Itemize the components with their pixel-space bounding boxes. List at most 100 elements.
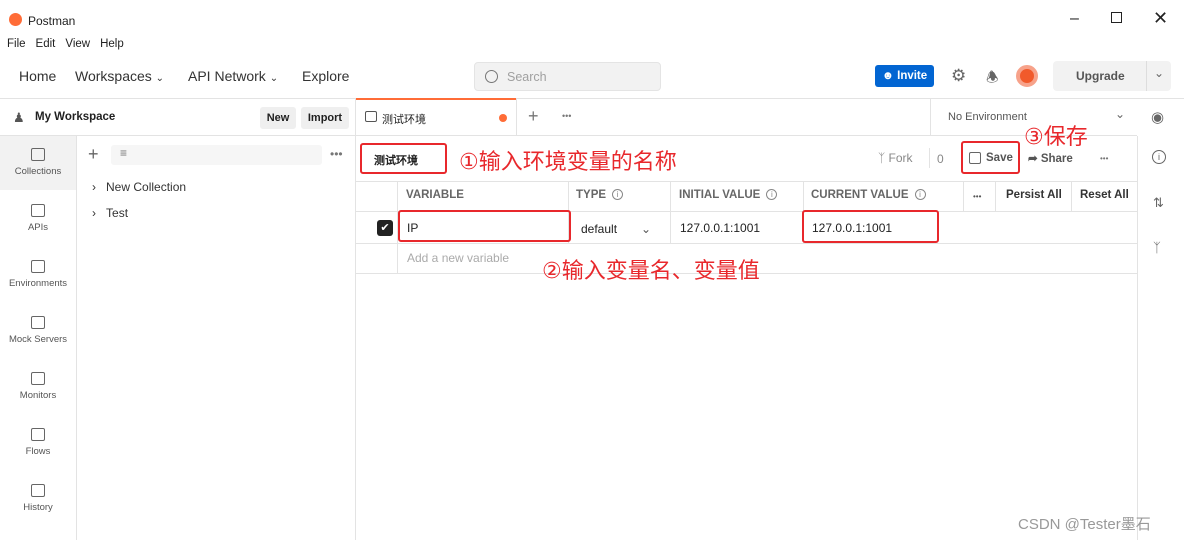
- monitors-icon: [31, 372, 45, 385]
- chevron-down-icon[interactable]: ⌄: [1154, 66, 1164, 80]
- info-icon[interactable]: i: [612, 189, 624, 200]
- new-tab-icon[interactable]: +: [528, 106, 539, 127]
- header-type: TYPE i: [576, 189, 624, 201]
- env-name-input[interactable]: 测试环境: [360, 143, 447, 174]
- header-initial: INITIAL VALUE i: [679, 189, 778, 201]
- type-value: default: [581, 222, 618, 236]
- rail-label: Environments: [8, 278, 68, 289]
- add-variable-input[interactable]: Add a new variable: [407, 251, 509, 265]
- menu-file[interactable]: File: [7, 38, 26, 50]
- reset-all-button[interactable]: Reset All: [1080, 189, 1129, 201]
- divider: [1071, 181, 1072, 211]
- bell-icon[interactable]: 🕭: [986, 67, 999, 91]
- more-icon[interactable]: •••: [973, 192, 981, 201]
- upgrade-label: Upgrade: [1076, 69, 1125, 83]
- more-icon[interactable]: •••: [330, 147, 343, 161]
- fork-icon[interactable]: ᛉ: [1153, 240, 1161, 255]
- minimize-icon[interactable]: –: [1070, 10, 1079, 28]
- menu-view[interactable]: View: [65, 38, 90, 50]
- divider: [76, 136, 77, 540]
- avatar[interactable]: [1016, 65, 1038, 87]
- rail-item-monitors[interactable]: Monitors: [0, 372, 76, 401]
- nav-workspaces[interactable]: Workspaces ⌄: [75, 68, 164, 84]
- upgrade-button[interactable]: Upgrade ⌄: [1053, 61, 1171, 91]
- divider: [1146, 61, 1147, 91]
- rail-item-environments[interactable]: Environments: [0, 260, 76, 289]
- share-icon: ➦: [1028, 153, 1041, 165]
- invite-label: Invite: [897, 70, 928, 82]
- add-collection-icon[interactable]: +: [88, 144, 99, 165]
- rail-item-apis[interactable]: APIs: [0, 204, 76, 233]
- info-icon[interactable]: i: [1152, 150, 1166, 164]
- environment-icon: [365, 111, 377, 122]
- fork-count: 0: [937, 152, 944, 166]
- share-button[interactable]: ➦ Share: [1028, 151, 1073, 165]
- watermark: CSDN @Tester墨石: [1018, 516, 1151, 533]
- import-button[interactable]: Import: [301, 107, 349, 129]
- fork-label: Fork: [888, 151, 913, 165]
- fork-icon: ᛉ: [878, 151, 889, 165]
- divider: [0, 135, 1137, 136]
- divider: [356, 181, 1137, 182]
- postman-logo-icon: [9, 13, 22, 26]
- environment-select-value: No Environment: [948, 111, 1027, 123]
- invite-button[interactable]: ☻ Invite: [875, 65, 934, 87]
- search-input[interactable]: Search: [474, 62, 661, 91]
- row-checkbox[interactable]: ✔: [377, 220, 393, 236]
- fork-button[interactable]: ᛉ Fork: [878, 151, 913, 165]
- more-icon[interactable]: •••: [1100, 154, 1108, 163]
- rail-item-history[interactable]: History: [0, 484, 76, 513]
- add-user-icon: ☻: [881, 70, 898, 82]
- pull-request-icon[interactable]: ⇅: [1153, 195, 1164, 211]
- collection-label: Test: [106, 206, 129, 220]
- menu-bar: File Edit View Help: [0, 36, 127, 54]
- rail-item-collections[interactable]: Collections: [0, 148, 76, 177]
- nav-api-network-label: API Network: [188, 68, 266, 84]
- type-select[interactable]: default ⌄: [581, 222, 651, 236]
- annotation-2: ②输入变量名、变量值: [542, 259, 760, 284]
- nav-explore[interactable]: Explore: [302, 68, 349, 84]
- history-icon: [31, 484, 45, 497]
- flows-icon: [31, 428, 45, 441]
- collections-icon: [31, 148, 45, 161]
- maximize-icon[interactable]: [1111, 12, 1122, 23]
- save-button[interactable]: Save: [961, 141, 1020, 174]
- rail-item-flows[interactable]: Flows: [0, 428, 76, 457]
- chevron-down-icon: ⌄: [155, 73, 165, 84]
- tab-env[interactable]: 测试环境: [356, 98, 516, 136]
- rail-item-mock-servers[interactable]: Mock Servers: [0, 316, 76, 345]
- search-placeholder: Search: [507, 70, 547, 84]
- initial-value-input[interactable]: 127.0.0.1:1001: [680, 221, 760, 235]
- new-button[interactable]: New: [260, 107, 296, 129]
- current-value-input[interactable]: 127.0.0.1:1001: [802, 210, 939, 243]
- header-variable: VARIABLE: [406, 189, 464, 201]
- nav-api-network[interactable]: API Network ⌄: [188, 68, 278, 84]
- collection-item[interactable]: › New Collection: [92, 180, 186, 194]
- nav-workspaces-label: Workspaces: [75, 68, 152, 84]
- divider: [670, 181, 671, 243]
- more-tabs-icon[interactable]: •••: [562, 111, 571, 121]
- menu-help[interactable]: Help: [100, 38, 124, 50]
- variable-input[interactable]: IP: [398, 210, 571, 242]
- header-type-label: TYPE: [576, 189, 607, 201]
- divider: [516, 98, 517, 136]
- filter-input[interactable]: ≡: [111, 145, 322, 165]
- info-icon[interactable]: i: [914, 189, 926, 200]
- divider: [356, 243, 1137, 244]
- rail-label: APIs: [27, 222, 49, 233]
- nav-home[interactable]: Home: [19, 68, 56, 84]
- info-icon[interactable]: i: [766, 189, 778, 200]
- persist-all-button[interactable]: Persist All: [1006, 189, 1062, 201]
- collection-item[interactable]: › Test: [92, 206, 128, 220]
- eye-icon[interactable]: ◉: [1151, 108, 1164, 126]
- env-name-value: 测试环境: [374, 155, 418, 167]
- divider: [355, 98, 356, 540]
- environments-icon: [31, 260, 45, 273]
- menu-edit[interactable]: Edit: [36, 38, 56, 50]
- search-icon: [485, 70, 498, 83]
- rail-label: History: [23, 502, 53, 513]
- chevron-down-icon: ⌄: [1115, 107, 1126, 121]
- gear-icon[interactable]: ⚙: [951, 66, 966, 86]
- divider: [963, 181, 964, 211]
- close-icon[interactable]: ✕: [1153, 8, 1168, 29]
